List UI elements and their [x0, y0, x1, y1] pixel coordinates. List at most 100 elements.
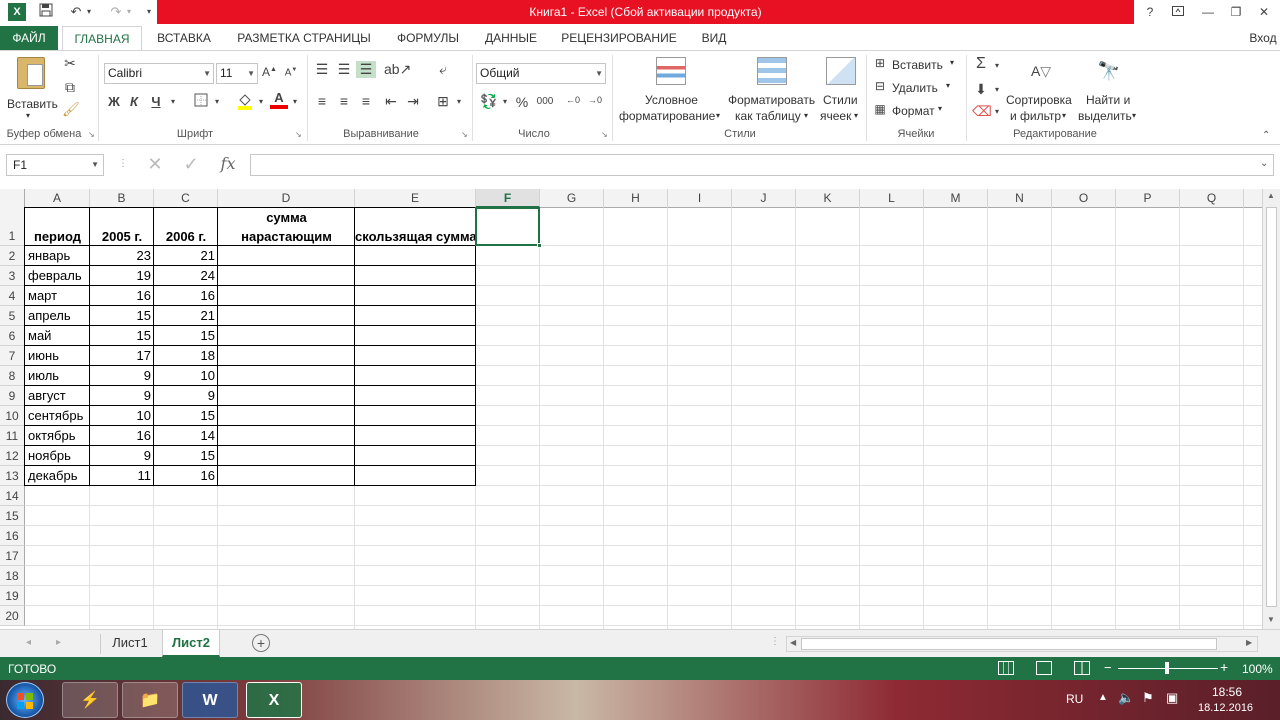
tab-insert[interactable]: ВСТАВКА — [148, 26, 220, 50]
tab-data[interactable]: ДАННЫЕ — [474, 26, 548, 50]
cell-a9[interactable]: август — [25, 386, 90, 406]
align-top-icon[interactable]: ☰ — [314, 61, 330, 78]
currency-icon[interactable]: 💱 — [480, 93, 498, 110]
tab-view[interactable]: ВИД — [690, 26, 738, 50]
name-box[interactable]: F1 ▼ — [6, 154, 104, 176]
autosum-icon[interactable]: Σ — [972, 55, 990, 73]
cell-c13[interactable]: 16 — [154, 466, 218, 486]
scroll-thumb[interactable] — [1266, 207, 1277, 607]
cell-b1[interactable]: 2005 г. — [90, 227, 154, 246]
clear-dropdown-icon[interactable]: ▾ — [992, 107, 1002, 116]
cell-b10[interactable]: 10 — [90, 406, 154, 426]
cell-a11[interactable]: октябрь — [25, 426, 90, 446]
align-center-icon[interactable]: ≡ — [336, 93, 352, 109]
cell-a4[interactable]: март — [25, 286, 90, 306]
cell-c4[interactable]: 16 — [154, 286, 218, 306]
increase-indent-icon[interactable]: ⇥ — [404, 93, 422, 110]
cell-a5[interactable]: апрель — [25, 306, 90, 326]
row-header-13[interactable]: 13 — [0, 466, 25, 486]
cell-c9[interactable]: 9 — [154, 386, 218, 406]
cell-c7[interactable]: 18 — [154, 346, 218, 366]
language-indicator[interactable]: RU — [1066, 692, 1083, 706]
number-format-combo[interactable]: Общий ▼ — [476, 63, 606, 84]
column-header-e[interactable]: E — [355, 189, 476, 208]
column-header-d[interactable]: D — [218, 189, 355, 208]
alignment-launcher-icon[interactable]: ↘ — [461, 130, 468, 139]
formula-input[interactable] — [250, 154, 1274, 176]
align-middle-icon[interactable]: ☰ — [336, 61, 352, 78]
cell-b6[interactable]: 15 — [90, 326, 154, 346]
zoom-in-icon[interactable]: + — [1220, 659, 1228, 675]
merge-center-icon[interactable]: ⊞ — [434, 93, 452, 110]
taskbar-word-icon[interactable]: W — [182, 682, 238, 718]
percent-button[interactable]: % — [514, 94, 530, 110]
row-header-5[interactable]: 5 — [0, 306, 25, 326]
clock-date[interactable]: 18.12.2016 — [1198, 702, 1253, 714]
cell-b9[interactable]: 9 — [90, 386, 154, 406]
align-left-icon[interactable]: ≡ — [314, 93, 330, 109]
cell-a3[interactable]: февраль — [25, 266, 90, 286]
excel-logo-icon[interactable]: X — [8, 3, 26, 21]
conditional-formatting-button[interactable]: Условное форматирование ▾ — [618, 55, 724, 125]
normal-view-icon[interactable] — [998, 661, 1014, 675]
column-header-p[interactable]: P — [1116, 189, 1180, 208]
currency-dropdown-icon[interactable]: ▾ — [500, 97, 510, 106]
format-painter-icon[interactable]: 🖌 — [62, 101, 80, 118]
find-select-button[interactable]: 🔭 Найти и выделить ▾ — [1076, 55, 1142, 125]
row-header-12[interactable]: 12 — [0, 446, 25, 466]
minimize-icon[interactable]: — — [1196, 3, 1220, 21]
expand-formula-bar-icon[interactable]: ⌄ — [1260, 158, 1268, 169]
windows-start-icon[interactable] — [6, 682, 44, 718]
cell-a13[interactable]: декабрь — [25, 466, 90, 486]
cell-b12[interactable]: 9 — [90, 446, 154, 466]
clock-time[interactable]: 18:56 — [1212, 685, 1242, 699]
taskbar-app-icon[interactable]: ⚡ — [62, 682, 118, 718]
column-header-g[interactable]: G — [540, 189, 604, 208]
copy-icon[interactable]: ⧉ — [62, 79, 78, 96]
fill-color-dropdown-icon[interactable]: ▾ — [256, 97, 266, 106]
fill-color-icon[interactable] — [236, 92, 254, 113]
thousands-button[interactable]: 000 — [534, 96, 556, 107]
cell-a12[interactable]: ноябрь — [25, 446, 90, 466]
row-header-9[interactable]: 9 — [0, 386, 25, 406]
autosum-dropdown-icon[interactable]: ▾ — [992, 61, 1002, 70]
font-color-dropdown-icon[interactable]: ▾ — [290, 97, 300, 106]
row-header-8[interactable]: 8 — [0, 366, 25, 386]
selected-cell-f1[interactable] — [475, 207, 540, 246]
column-header-l[interactable]: L — [860, 189, 924, 208]
cell-b11[interactable]: 16 — [90, 426, 154, 446]
merge-dropdown-icon[interactable]: ▾ — [454, 97, 464, 106]
cell-styles-button[interactable]: Стили ячеек ▾ — [818, 55, 864, 125]
undo-dropdown-icon[interactable]: ▾ — [84, 3, 94, 21]
column-header-k[interactable]: K — [796, 189, 860, 208]
borders-dropdown-icon[interactable]: ▾ — [212, 97, 222, 106]
sign-in-link[interactable]: Вход — [1246, 26, 1280, 50]
align-bottom-icon[interactable]: ☰ — [356, 61, 376, 78]
font-size-combo[interactable]: 11 ▼ — [216, 63, 258, 84]
insert-function-icon[interactable]: fx — [216, 154, 240, 173]
row-header-18[interactable]: 18 — [0, 566, 25, 586]
decrease-decimal-icon[interactable]: →0 — [586, 95, 604, 105]
row-header-20[interactable]: 20 — [0, 606, 25, 626]
font-name-combo[interactable]: Calibri ▼ — [104, 63, 214, 84]
cell-b3[interactable]: 19 — [90, 266, 154, 286]
column-header-b[interactable]: B — [90, 189, 154, 208]
network-icon[interactable]: ⚑ — [1142, 690, 1154, 706]
cell-b2[interactable]: 23 — [90, 246, 154, 266]
clear-icon[interactable]: ⌫ — [972, 103, 992, 120]
row-header-10[interactable]: 10 — [0, 406, 25, 426]
redo-icon[interactable]: ↷ — [106, 3, 126, 21]
underline-dropdown-icon[interactable]: ▾ — [168, 97, 178, 106]
delete-cells-button[interactable]: ⊟ Удалить ▾ — [872, 79, 962, 97]
tray-arrow-icon[interactable]: ▲ — [1098, 692, 1108, 703]
sort-filter-button[interactable]: А▽ Сортировка и фильтр ▾ — [1004, 55, 1078, 125]
cell-c2[interactable]: 21 — [154, 246, 218, 266]
ribbon-display-icon[interactable] — [1166, 3, 1190, 21]
fill-dropdown-icon[interactable]: ▾ — [992, 85, 1002, 94]
orientation-icon[interactable]: ab↗ — [384, 61, 411, 78]
restore-icon[interactable]: ❐ — [1224, 3, 1248, 21]
hscroll-left-icon[interactable]: ◀ — [790, 638, 796, 647]
vertical-scrollbar[interactable]: ▲ ▼ — [1262, 189, 1280, 629]
increase-decimal-icon[interactable]: ←0 — [564, 95, 582, 105]
italic-button[interactable]: К — [126, 94, 142, 109]
